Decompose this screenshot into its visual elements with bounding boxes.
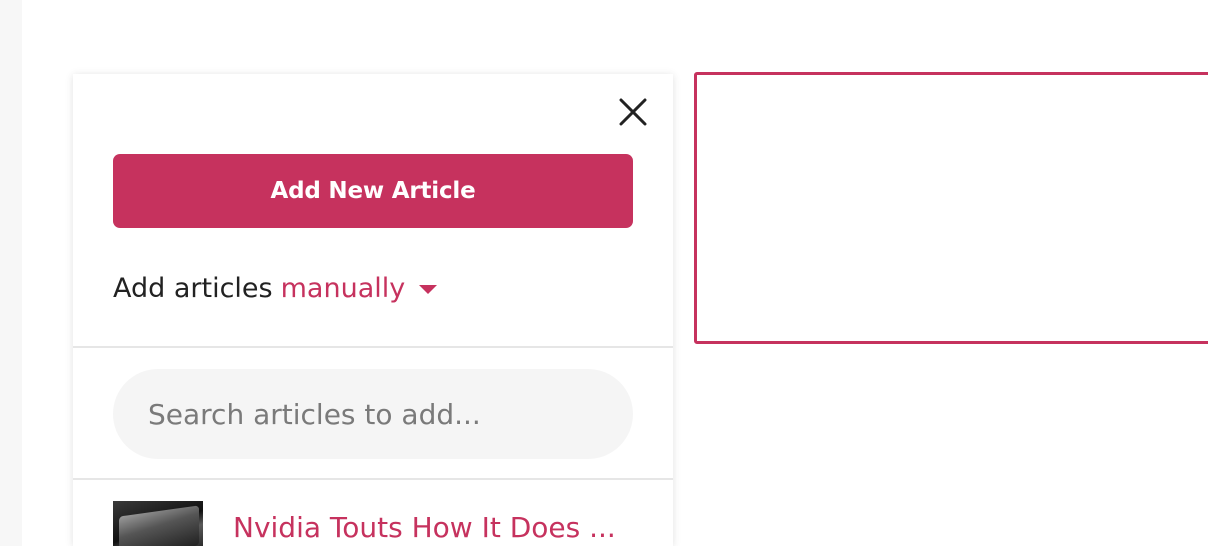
article-title: Nvidia Touts How It Does ... xyxy=(233,511,616,544)
divider xyxy=(73,346,673,348)
page-gutter xyxy=(0,0,22,546)
add-mode-value: manually xyxy=(280,272,406,304)
divider xyxy=(73,478,673,480)
add-mode-row: Add articles manually xyxy=(113,270,438,306)
article-list-item[interactable]: Nvidia Touts How It Does ... xyxy=(113,501,633,546)
search-box xyxy=(113,369,633,459)
add-mode-label: Add articles xyxy=(113,272,273,304)
article-drop-zone[interactable] xyxy=(694,72,1208,344)
add-articles-panel: Add New Article Add articles manually Nv… xyxy=(73,74,673,546)
caret-down-icon xyxy=(419,285,438,294)
article-thumbnail xyxy=(113,501,203,546)
search-articles-input[interactable] xyxy=(146,396,620,432)
close-button[interactable] xyxy=(617,96,649,128)
add-mode-dropdown[interactable]: manually xyxy=(281,273,438,304)
close-icon xyxy=(619,98,647,126)
add-new-article-button[interactable]: Add New Article xyxy=(113,154,633,228)
